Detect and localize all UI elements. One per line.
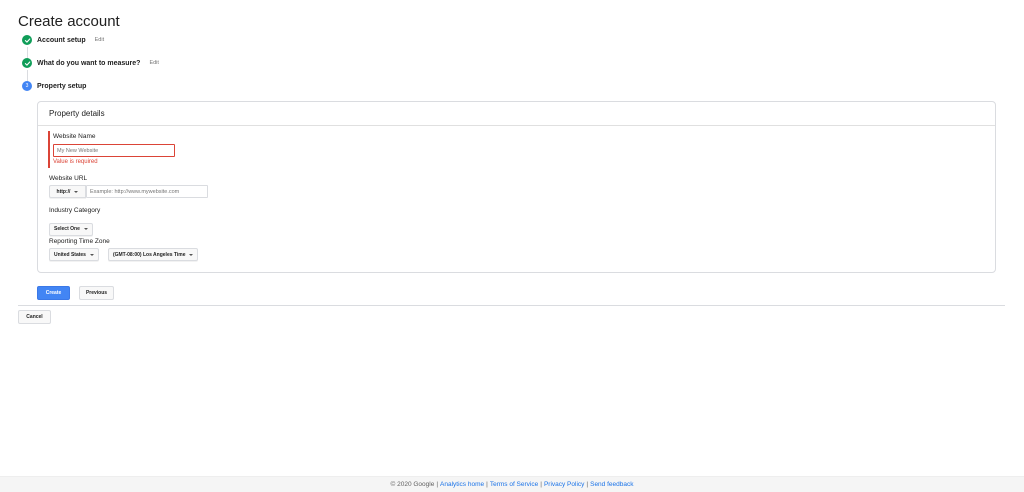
- previous-button[interactable]: Previous: [79, 286, 114, 300]
- caret-down-icon: [83, 228, 88, 230]
- footer: © 2020 Google | Analytics home | Terms o…: [0, 476, 1024, 492]
- website-name-input[interactable]: [53, 144, 175, 157]
- industry-category-dropdown[interactable]: Select One: [49, 222, 93, 236]
- website-name-group: Website Name Value is required: [48, 131, 175, 168]
- edit-account-setup-link[interactable]: Edit: [95, 37, 104, 43]
- industry-category-value: Select One: [54, 226, 80, 232]
- footer-link-analytics-home[interactable]: Analytics home: [440, 481, 484, 488]
- step-label: Account setup: [37, 36, 86, 44]
- create-account-page: Create account Account setup Edit What d…: [0, 0, 1024, 492]
- protocol-dropdown[interactable]: http://: [49, 185, 86, 198]
- footer-link-privacy[interactable]: Privacy Policy: [544, 481, 584, 488]
- website-url-label: Website URL: [49, 175, 88, 182]
- website-url-group: Website URL http://: [49, 175, 208, 198]
- card-header: Property details: [38, 102, 995, 126]
- protocol-value: http://: [56, 188, 71, 195]
- create-button[interactable]: Create: [37, 286, 70, 300]
- step-what-to-measure: What do you want to measure? Edit: [22, 57, 159, 69]
- reporting-time-zone-group: Reporting Time Zone United States (GMT-0…: [49, 238, 199, 261]
- website-url-row: http://: [49, 185, 208, 198]
- country-dropdown[interactable]: United States: [49, 248, 99, 261]
- check-circle-icon: [22, 35, 32, 45]
- step-property-setup: 3 Property setup: [22, 80, 86, 92]
- step-label: Property setup: [37, 82, 87, 90]
- step-number: 3: [25, 82, 29, 89]
- caret-down-icon: [89, 253, 94, 256]
- step-number-badge: 3: [22, 81, 32, 91]
- footer-separator: |: [540, 481, 542, 488]
- footer-link-feedback[interactable]: Send feedback: [590, 481, 633, 488]
- country-value: United States: [54, 251, 86, 258]
- reporting-time-zone-label: Reporting Time Zone: [49, 238, 110, 245]
- caret-down-icon: [74, 190, 79, 193]
- check-circle-icon: [22, 58, 32, 68]
- industry-category-group: Industry Category Select One: [49, 207, 100, 236]
- divider: [18, 305, 1005, 306]
- industry-category-label: Industry Category: [49, 207, 101, 214]
- time-zone-dropdown[interactable]: (GMT-08:00) Los Angeles Time: [107, 248, 199, 261]
- website-name-label: Website Name: [53, 133, 96, 140]
- footer-copyright: © 2020 Google: [390, 481, 435, 488]
- website-name-error: Value is required: [53, 159, 98, 165]
- edit-measure-link[interactable]: Edit: [149, 60, 158, 66]
- footer-link-terms[interactable]: Terms of Service: [490, 481, 538, 488]
- footer-separator: |: [436, 481, 439, 488]
- footer-separator: |: [486, 481, 488, 488]
- property-details-card: Property details Website Name Value is r…: [37, 101, 996, 273]
- page-title: Create account: [18, 13, 120, 30]
- time-zone-value: (GMT-08:00) Los Angeles Time: [112, 251, 186, 258]
- website-url-input[interactable]: [86, 185, 208, 198]
- step-label: What do you want to measure?: [37, 59, 141, 67]
- footer-separator: |: [586, 481, 589, 488]
- cancel-button[interactable]: Cancel: [18, 310, 51, 324]
- step-account-setup: Account setup Edit: [22, 34, 104, 46]
- caret-down-icon: [189, 253, 194, 256]
